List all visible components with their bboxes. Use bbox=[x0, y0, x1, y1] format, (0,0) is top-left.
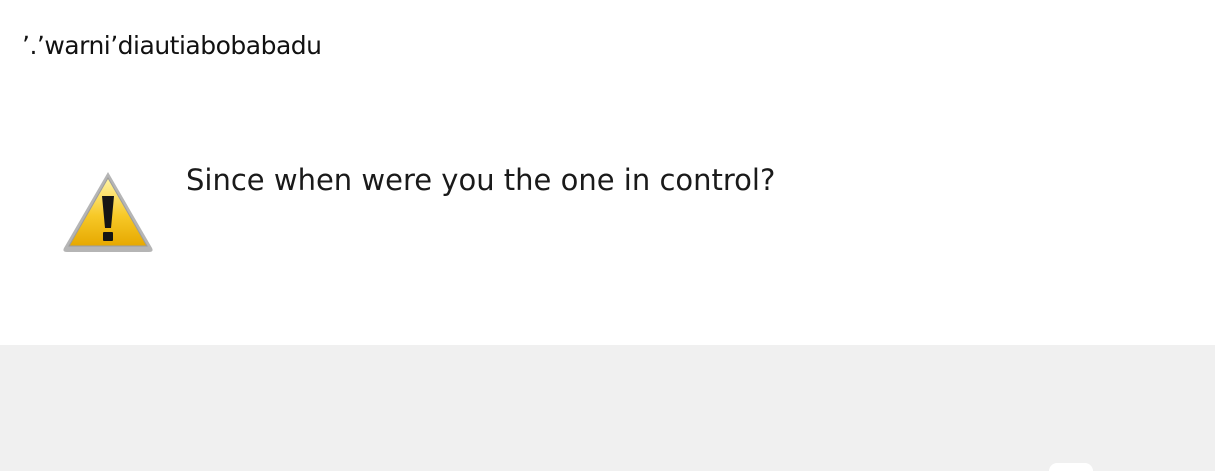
footer-edge-mark bbox=[1049, 463, 1093, 471]
message-dialog: ʼ.ʼwarniʼdiautiabobabadu Since when were… bbox=[0, 0, 1215, 471]
dialog-content: Since when were you the one in control? bbox=[0, 110, 1215, 340]
dialog-message: Since when were you the one in control? bbox=[186, 163, 776, 197]
dialog-footer bbox=[0, 345, 1215, 471]
warning-icon bbox=[60, 168, 156, 254]
dialog-title: ʼ.ʼwarniʼdiautiabobabadu bbox=[22, 31, 322, 60]
